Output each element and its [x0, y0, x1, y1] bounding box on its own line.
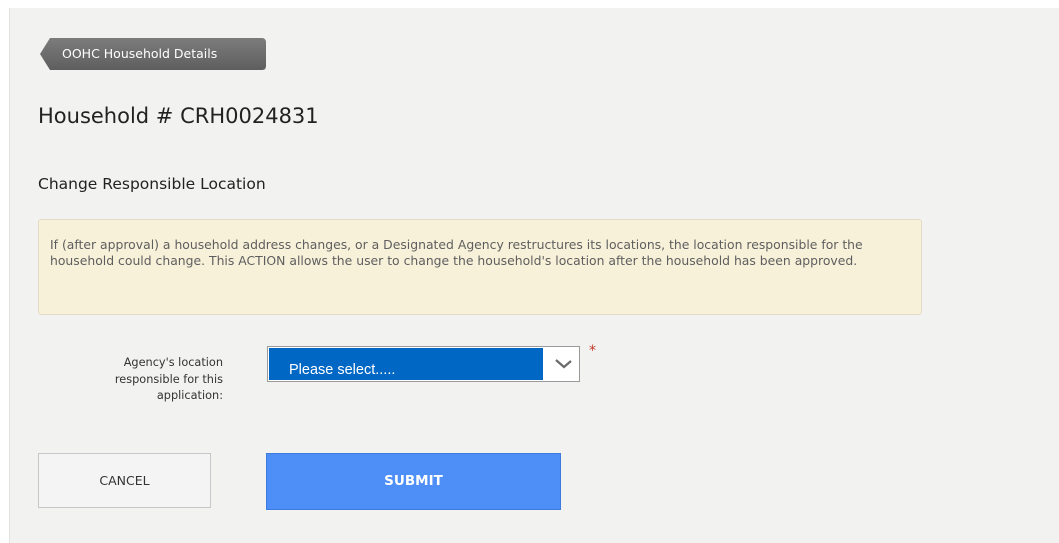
- location-select[interactable]: Please select.....: [267, 346, 580, 382]
- back-button-label: OOHC Household Details: [62, 46, 218, 61]
- back-to-household-details-button[interactable]: OOHC Household Details: [40, 38, 266, 70]
- section-title: Change Responsible Location: [38, 175, 266, 193]
- info-text: If (after approval) a household address …: [50, 237, 863, 268]
- info-box: If (after approval) a household address …: [38, 219, 922, 315]
- page-title: Household # CRH0024831: [38, 104, 319, 128]
- submit-button[interactable]: SUBMIT: [266, 453, 561, 510]
- location-select-value: Please select.....: [269, 348, 543, 380]
- page-container: OOHC Household Details Household # CRH00…: [9, 8, 1059, 543]
- chevron-down-icon: [555, 359, 572, 369]
- submit-button-label: SUBMIT: [384, 473, 443, 489]
- cancel-button-label: CANCEL: [99, 473, 150, 488]
- cancel-button[interactable]: CANCEL: [38, 453, 211, 508]
- required-marker: *: [589, 343, 596, 359]
- location-field-label: Agency's location responsible for this a…: [114, 356, 223, 402]
